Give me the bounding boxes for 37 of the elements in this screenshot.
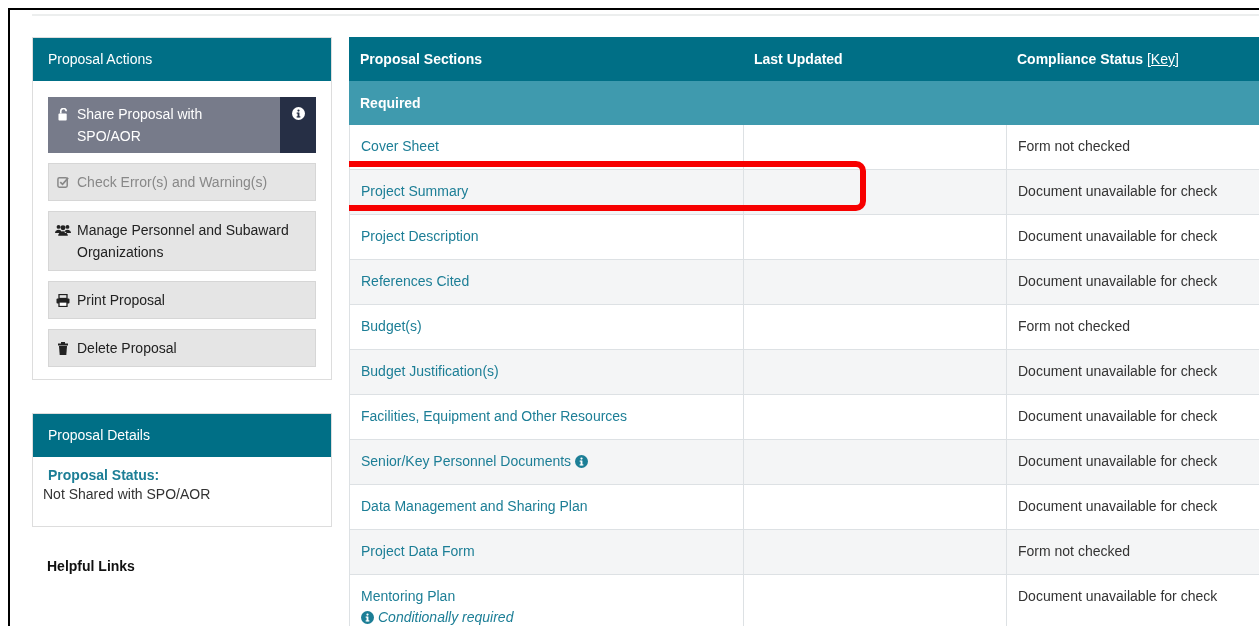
action-button[interactable]: Manage Personnel and Subaward Organizations [48, 211, 316, 271]
section-link[interactable]: References Cited [361, 273, 470, 289]
status-label: Proposal Status: [48, 467, 161, 483]
status-text: Document unavailable for check [1018, 453, 1218, 469]
group-header: Required [349, 81, 1259, 125]
section-link[interactable]: Senior/Key Personnel Documents [361, 453, 572, 469]
action-button[interactable]: Delete Proposal [48, 329, 316, 367]
section-link[interactable]: Project Description [361, 228, 479, 244]
section-link[interactable]: Project Data Form [361, 543, 475, 559]
column-header: Compliance Status [1017, 51, 1144, 67]
section-link[interactable]: Data Management and Sharing Plan [361, 498, 588, 514]
status-text: Form not checked [1018, 543, 1131, 559]
status-text: Document unavailable for check [1018, 408, 1218, 424]
action-button[interactable]: Share Proposal with SPO/AOR [48, 97, 280, 153]
column-header: Proposal Sections [360, 51, 483, 67]
section-link[interactable]: Facilities, Equipment and Other Resources [361, 408, 628, 424]
status-text: Document unavailable for check [1018, 498, 1218, 514]
status-text: Document unavailable for check [1018, 273, 1218, 289]
status-text: Form not checked [1018, 318, 1131, 334]
status-text: Document unavailable for check [1018, 183, 1218, 199]
section-heading: Helpful Links [47, 558, 136, 574]
section-link[interactable]: Budget(s) [361, 318, 422, 334]
section-link[interactable]: Mentoring Plan [361, 588, 456, 604]
column-header: Last Updated [754, 51, 843, 67]
status-text: Document unavailable for check [1018, 228, 1218, 244]
key-link[interactable]: [Key] [1146, 51, 1179, 67]
section-link[interactable]: Project Summary [361, 183, 469, 199]
note-text: Conditionally required [378, 609, 514, 625]
status-text: Document unavailable for check [1018, 363, 1218, 379]
section-link[interactable]: Budget Justification(s) [361, 363, 499, 379]
action-button[interactable]: Print Proposal [48, 281, 316, 319]
status-text: Document unavailable for check [1018, 588, 1218, 604]
section-link[interactable]: Cover Sheet [361, 138, 439, 154]
panel-title: Proposal Details [33, 414, 331, 457]
status-value: Not Shared with SPO/AOR [43, 486, 212, 502]
status-text: Form not checked [1018, 138, 1131, 154]
panel-title: Proposal Actions [33, 38, 331, 81]
